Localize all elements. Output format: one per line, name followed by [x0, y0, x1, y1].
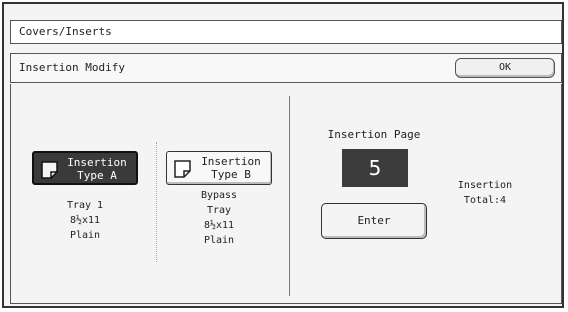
folded-page-icon	[174, 160, 191, 178]
ok-button[interactable]: OK	[455, 58, 555, 78]
type-a-size: 8½x11	[69, 215, 101, 226]
type-a-info: Tray 1 8½x11 Plain	[31, 198, 139, 243]
type-b-label-line1: Insertion	[201, 155, 261, 168]
type-b-tray-line2: Tray	[206, 205, 232, 216]
type-b-paper: Plain	[203, 235, 235, 246]
type-a-label: Insertion Type A	[62, 156, 132, 182]
content-panel: Insertion Type A Tray 1 8½x11 Plain Inse…	[10, 84, 562, 304]
type-b-label-line2: Type B	[211, 168, 251, 181]
insertion-modify-title: Insertion Modify	[19, 61, 125, 74]
type-b-label: Insertion Type B	[195, 155, 267, 181]
insertion-page-label: Insertion Page	[327, 128, 421, 141]
insertion-total-line2: Total:4	[463, 195, 507, 206]
window-title: Covers/Inserts	[10, 20, 562, 44]
type-b-tray-line1: Bypass	[200, 190, 238, 201]
insertion-type-a-button[interactable]: Insertion Type A	[32, 151, 138, 185]
type-b-info: Bypass Tray 8½x11 Plain	[165, 188, 273, 248]
insertion-page-display: 5	[342, 149, 408, 187]
insertion-modify-bar: Insertion Modify OK	[10, 53, 562, 83]
insertion-type-b-button[interactable]: Insertion Type B	[166, 151, 272, 185]
type-a-label-line1: Insertion	[67, 156, 127, 169]
enter-button[interactable]: Enter	[321, 203, 427, 239]
type-a-tray: Tray 1	[66, 200, 104, 211]
folded-page-icon	[41, 161, 58, 179]
main-divider	[289, 96, 290, 296]
insertion-total-line1: Insertion	[457, 180, 513, 191]
window-title-text: Covers/Inserts	[19, 25, 112, 38]
dotted-divider	[156, 142, 157, 262]
type-a-paper: Plain	[69, 230, 101, 241]
insertion-total: Insertion Total:4	[435, 178, 535, 208]
type-a-label-line2: Type A	[77, 169, 117, 182]
type-b-size: 8½x11	[203, 220, 235, 231]
